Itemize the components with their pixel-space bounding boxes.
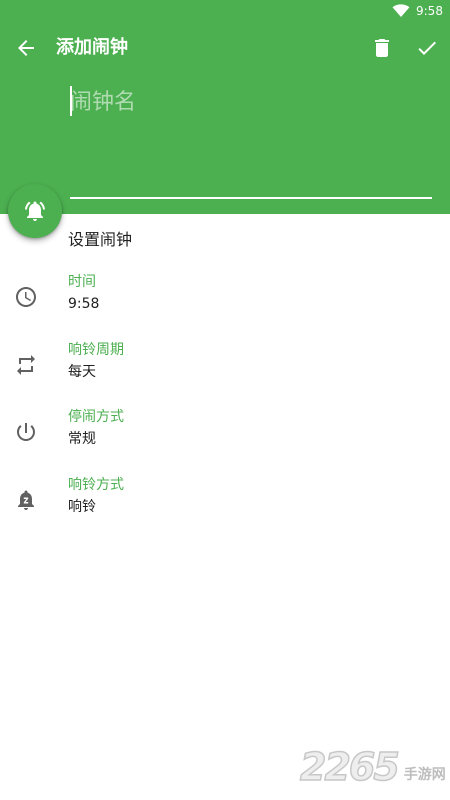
bell-ringing-icon	[25, 201, 45, 221]
toolbar: 添加闹钟	[0, 24, 450, 72]
status-bar: 9:58	[0, 0, 450, 24]
setting-label: 响铃方式	[68, 477, 124, 493]
arrow-back-icon[interactable]	[14, 36, 38, 60]
setting-label: 时间	[68, 274, 96, 290]
setting-row-repeat[interactable]: 响铃周期 每天	[0, 341, 450, 397]
input-underline	[70, 197, 432, 199]
setting-row-time[interactable]: 时间 9:58	[0, 273, 450, 329]
clock-icon	[16, 287, 36, 307]
setting-value: 响铃	[68, 499, 96, 515]
bell-snooze-icon	[18, 490, 34, 510]
status-time: 9:58	[416, 4, 443, 18]
setting-row-ring-method[interactable]: 响铃方式 响铃	[0, 476, 450, 532]
setting-value: 常规	[68, 431, 96, 447]
trash-icon[interactable]	[370, 36, 394, 60]
setting-label: 响铃周期	[68, 342, 124, 358]
watermark-logo: 2265 手游网	[299, 743, 446, 789]
page-title: 添加闹钟	[56, 37, 128, 58]
header: 9:58 添加闹钟	[0, 0, 450, 214]
text-cursor	[70, 86, 72, 116]
section-title: 设置闹钟	[68, 230, 133, 249]
wifi-icon	[392, 4, 410, 17]
watermark-text: 手游网	[403, 767, 446, 783]
check-icon[interactable]	[415, 36, 439, 60]
setting-value: 9:58	[68, 296, 100, 312]
setting-label: 停闹方式	[68, 409, 124, 425]
power-icon	[17, 423, 35, 441]
watermark-number: 2265	[299, 745, 400, 789]
repeat-icon	[17, 355, 35, 375]
setting-value: 每天	[68, 364, 96, 380]
setting-row-stop-method[interactable]: 停闹方式 常规	[0, 408, 450, 464]
alarm-name-input[interactable]	[70, 84, 360, 120]
alarm-fab-button[interactable]	[8, 184, 62, 238]
